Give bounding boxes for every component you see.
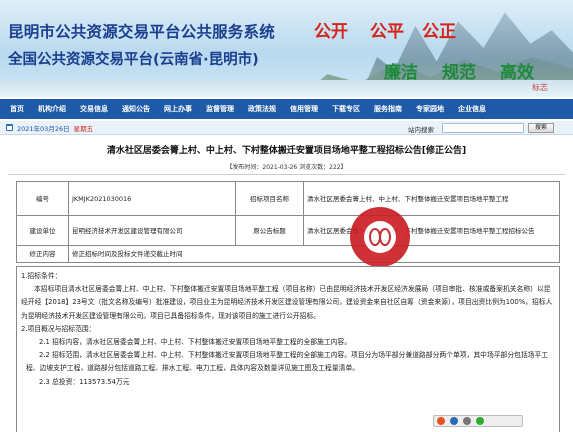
project-label: 招标项目名称 [235,181,304,216]
nav-online-service[interactable]: 网上办事 [164,104,192,114]
slogan-standard: 规范 [442,63,476,83]
article-title: 清水社区居委会箐上村、中上村、下村整体搬迁安置项目场地平整工程招标公告[修正公告… [106,146,467,156]
settings-icon[interactable] [476,417,484,425]
calendar-icon [6,124,13,131]
article-body: 1.招标条件： 本招标项目清水社区居委会箐上村、中上村、下村整体搬迁安置项目场地… [16,266,560,432]
table-row: 编号 JKMJK2021030016 招标项目名称 清水社区居委会箐上村、中上村… [16,181,560,216]
nav-supervision[interactable]: 监督管理 [206,104,234,114]
original-title-label: 原公告标题 [235,215,304,246]
code-label: 编号 [16,181,69,216]
current-date: 2021年03月26日 [17,124,70,133]
official-seal-icon [350,207,410,267]
nav-about[interactable]: 机构介绍 [38,104,66,114]
nav-experts[interactable]: 专家园地 [416,104,444,114]
header-banner: 昆明市公共资源交易平台公共服务系统 全国公共资源交易平台(云南省·昆明市) 公开… [0,0,573,97]
nav-service-guide[interactable]: 服务指南 [374,104,402,114]
owner-label: 建设单位 [16,215,69,246]
revision-value: 修正招标时间及投标文件递交截止时间 [68,245,560,263]
share-icon[interactable] [437,417,445,425]
article-meta: 【发布时间：2021-03-26 浏览次数：222】 [226,164,347,171]
site-subtitle: 全国公共资源交易平台(云南省·昆明市) [8,52,259,68]
nav-downloads[interactable]: 下载专区 [332,104,360,114]
paragraph: 2.3 总投资：113573.54万元 [39,377,130,386]
revision-label: 修正内容 [16,245,69,263]
banner-seal: 标志 [532,83,548,92]
nav-notices[interactable]: 通知公告 [122,104,150,114]
current-weekday: 星期五 [73,124,94,133]
floating-toolbar[interactable] [433,415,523,427]
notice-info-table: 编号 JKMJK2021030016 招标项目名称 清水社区居委会箐上村、中上村… [16,181,560,263]
date-search-bar: 2021年03月26日 星期五 站内搜索 搜索 [0,121,573,135]
nav-enterprise[interactable]: 企业信息 [458,104,486,114]
banner-water [0,80,573,97]
slogan-efficient: 高效 [500,63,534,83]
table-row: 修正内容 修正招标时间及投标文件递交截止时间 [16,245,560,263]
mic-icon[interactable] [450,417,458,425]
table-row: 建设单位 昆明经济技术开发区建设管理有限公司 原公告标题 清水社区居委会箐上村、… [16,215,560,246]
paragraph: 2.1 招标内容，清水社区居委会箐上村、中上村、下村整体搬迁安置项目场地平整工程… [39,338,352,347]
slogan-fair: 公平 [370,22,404,42]
nav-credit[interactable]: 信用管理 [290,104,318,114]
nav-policies[interactable]: 政策法规 [248,104,276,114]
slogan-just: 公正 [422,22,456,42]
keyboard-icon[interactable] [463,417,471,425]
site-title: 昆明市公共资源交易平台公共服务系统 [8,23,275,41]
search-label: 站内搜索 [408,126,434,134]
original-title-value: 清水社区居委会箐上村、中上村、下村整体搬迁安置项目场地平整工程招标公告 [303,215,560,246]
divider [8,174,565,175]
slogan-clean: 廉洁 [384,63,418,83]
search-button[interactable]: 搜索 [528,123,554,133]
section-heading: 2.项目概况与招标范围： [21,324,96,333]
project-value: 清水社区居委会箐上村、中上村、下村整体搬迁安置项目场地平整工程 [303,181,560,216]
slogan-open: 公开 [314,22,348,42]
nav-trade-info[interactable]: 交易信息 [80,104,108,114]
main-nav: 首页 机构介绍 交易信息 通知公告 网上办事 监督管理 政策法规 信用管理 下载… [0,99,573,119]
paragraph: 本招标项目清水社区居委会箐上村、中上村、下村整体搬迁安置项目场地平整工程（项目名… [21,285,553,320]
search-input[interactable] [442,123,524,133]
section-heading: 1.招标条件： [21,272,62,280]
nav-home[interactable]: 首页 [10,104,24,114]
code-value: JKMJK2021030016 [68,181,236,216]
owner-value: 昆明经济技术开发区建设管理有限公司 [68,215,236,246]
paragraph: 2.2 招标范围，清水社区居委会箐上村、中上村、下村整体搬迁安置项目场地平整工程… [26,351,549,373]
